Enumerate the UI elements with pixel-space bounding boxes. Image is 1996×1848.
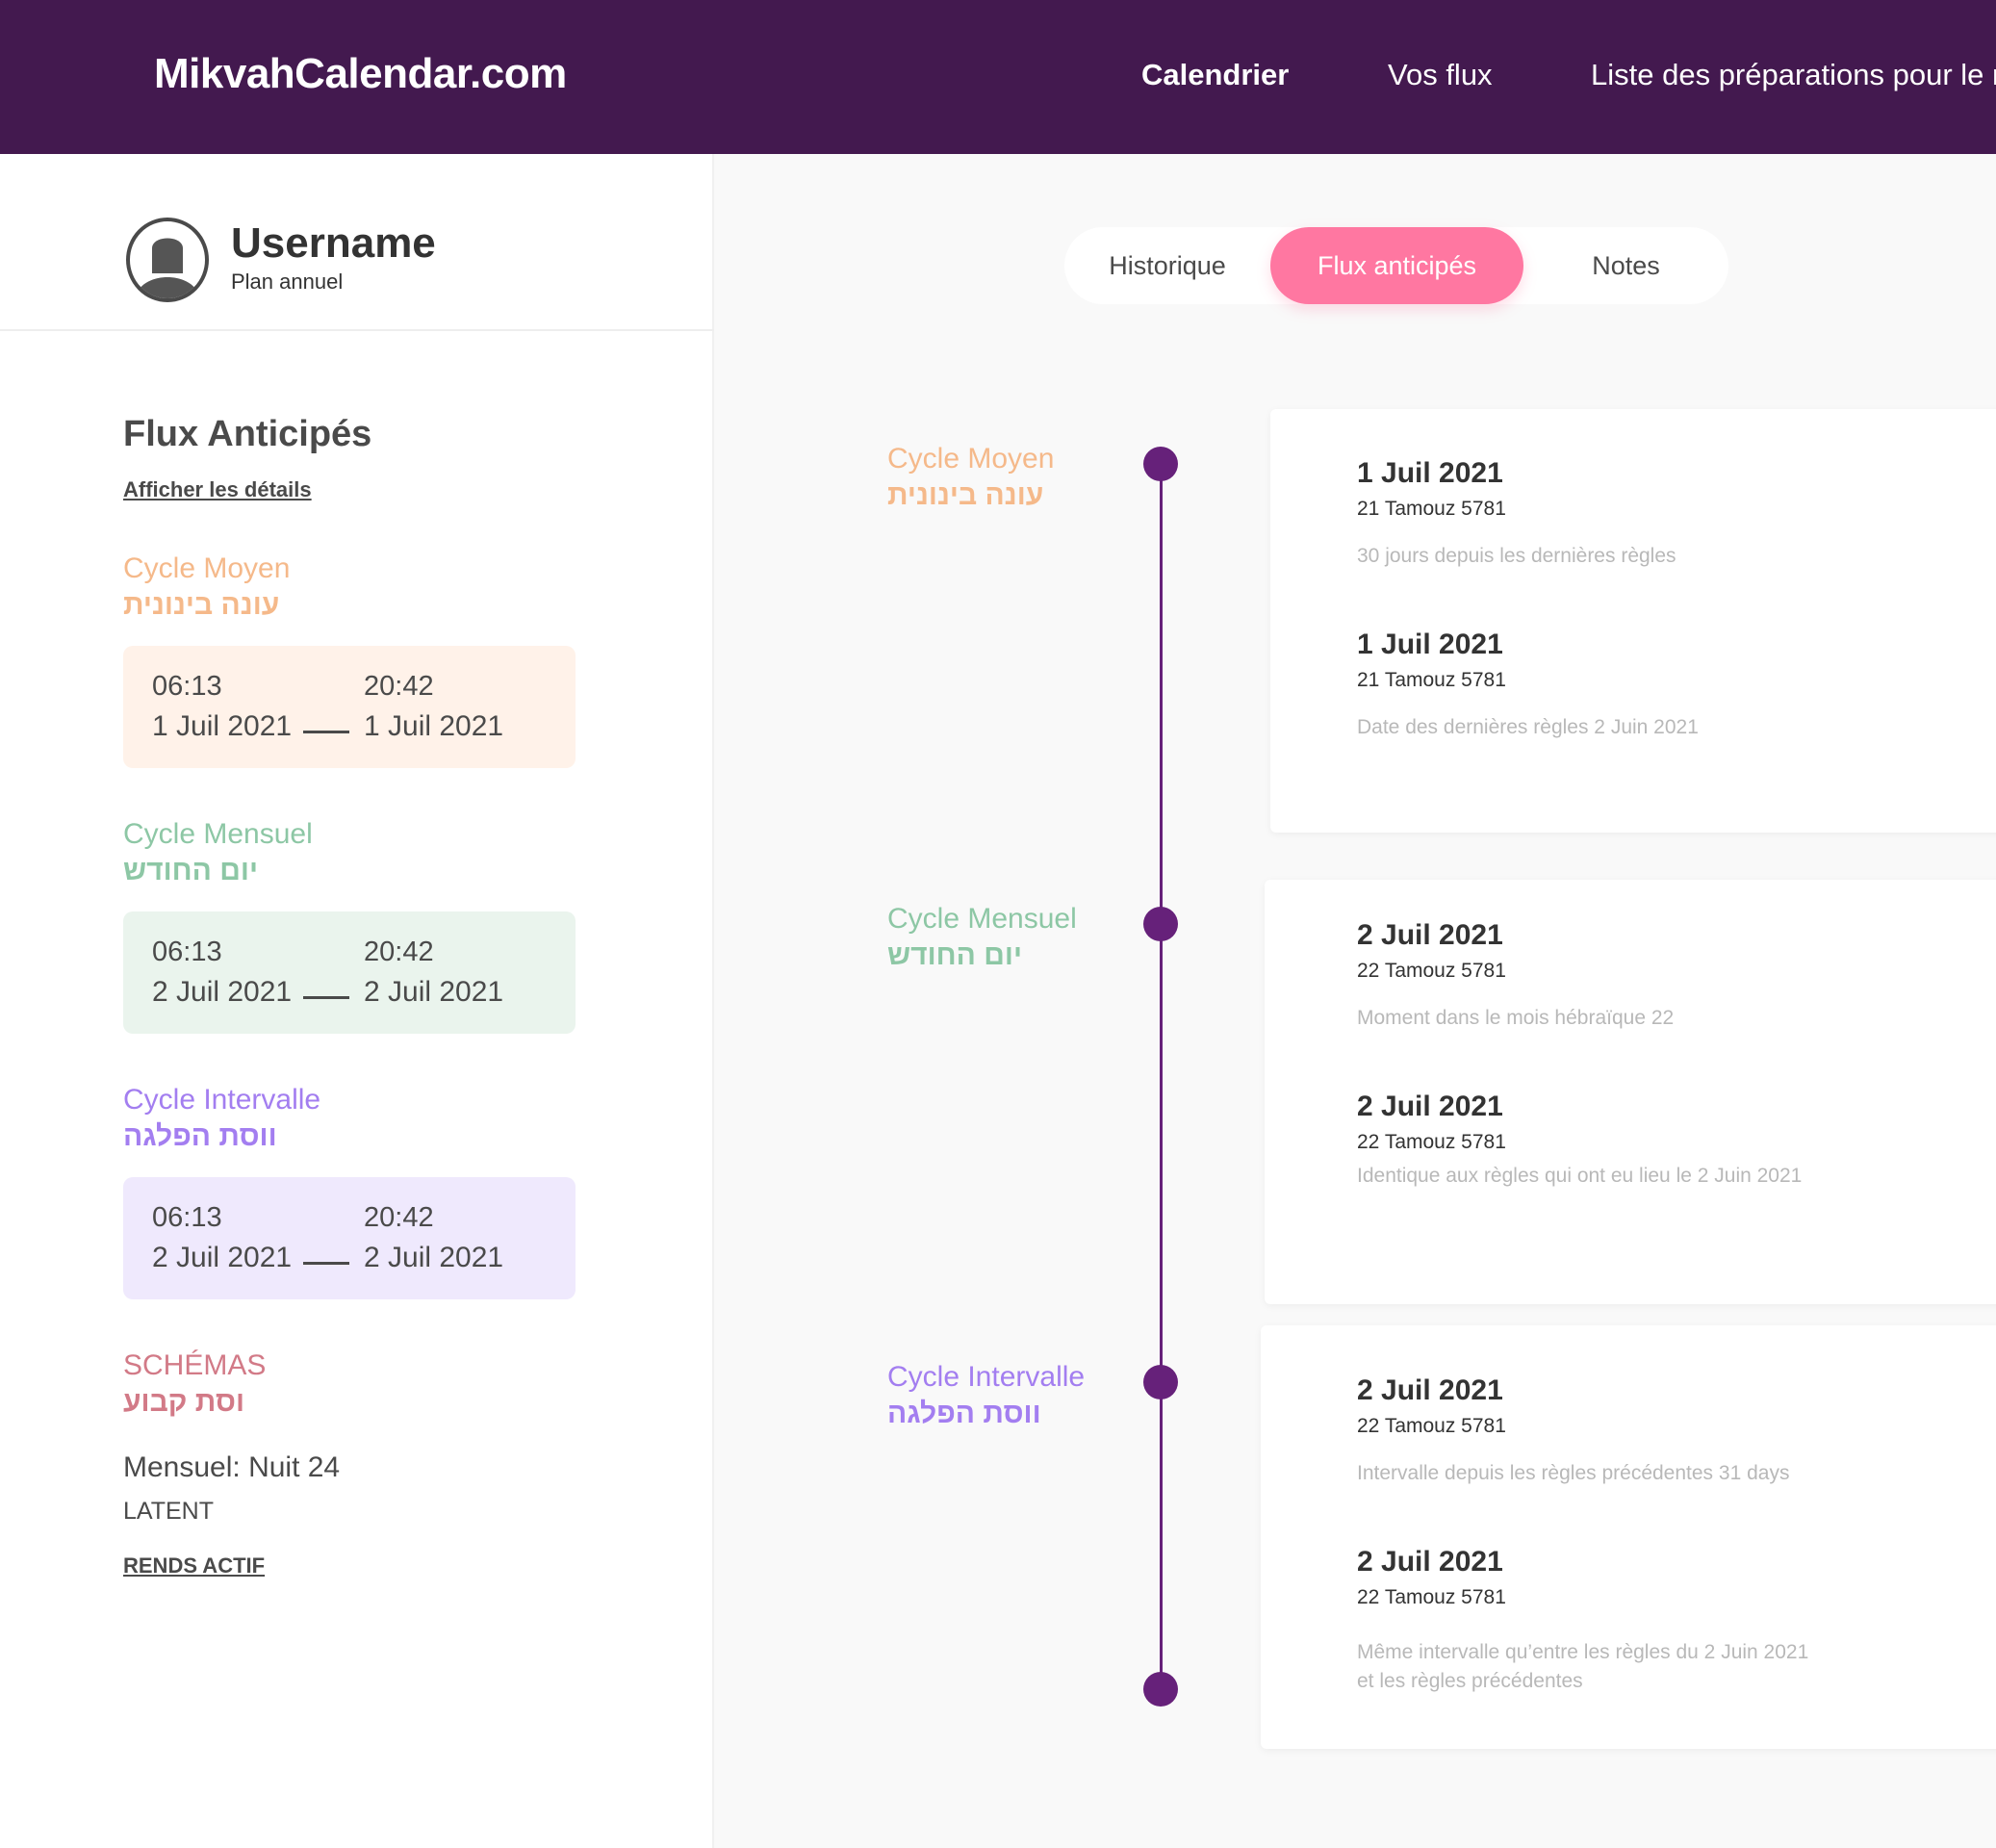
entry-hebrew-date: 22 Tamouz 5781 bbox=[1357, 1131, 1506, 1153]
sidebar: Username Plan annuel Flux Anticipés Affi… bbox=[0, 154, 714, 1848]
schema-mensuel: Mensuel: Nuit 24 bbox=[123, 1451, 341, 1483]
timeline-label-mensuel: Cycle Mensuel bbox=[887, 903, 1077, 935]
timeline-line bbox=[1160, 464, 1163, 1689]
timeline-hebrew-moyen: עונה בינונית bbox=[887, 479, 1044, 511]
username: Username bbox=[231, 219, 436, 267]
entry-note: Intervalle depuis les règles précédentes… bbox=[1357, 1462, 1790, 1484]
end-time: 20:42 bbox=[364, 671, 434, 702]
user-avatar-icon[interactable] bbox=[125, 218, 210, 302]
view-tabs: Historique Flux anticipés Notes bbox=[1064, 227, 1728, 304]
timeline-entry: 2 Juil 2021 22 Tamouz 5781 Moment dans l… bbox=[1357, 919, 1674, 1033]
tab-notes[interactable]: Notes bbox=[1523, 227, 1728, 304]
entry-date: 2 Juil 2021 bbox=[1357, 919, 1503, 951]
timeline-dot bbox=[1143, 907, 1178, 941]
timeline-dot bbox=[1143, 447, 1178, 481]
timeline-dot bbox=[1143, 1672, 1178, 1707]
nav-vos-flux[interactable]: Vos flux bbox=[1388, 58, 1493, 92]
entry-hebrew-date: 21 Tamouz 5781 bbox=[1357, 498, 1506, 520]
tab-historique[interactable]: Historique bbox=[1064, 227, 1270, 304]
tab-flux-anticipes[interactable]: Flux anticipés bbox=[1270, 227, 1523, 304]
cycle-moyen-hebrew: עונה בינונית bbox=[123, 589, 280, 621]
timeline-entry: 2 Juil 2021 22 Tamouz 5781 Identique aux… bbox=[1357, 1091, 1802, 1191]
start-date: 2 Juil 2021 bbox=[152, 1242, 293, 1273]
entry-hebrew-date: 21 Tamouz 5781 bbox=[1357, 669, 1506, 691]
cycle-moyen-label: Cycle Moyen bbox=[123, 552, 291, 584]
site-logo[interactable]: MikvahCalendar.com bbox=[154, 50, 567, 98]
start-date: 2 Juil 2021 bbox=[152, 976, 293, 1008]
end-date: 1 Juil 2021 bbox=[364, 710, 504, 742]
timeline-dot bbox=[1143, 1365, 1178, 1399]
start-time: 06:13 bbox=[152, 1202, 222, 1233]
timeline-card-mensuel: 2 Juil 2021 22 Tamouz 5781 Moment dans l… bbox=[1265, 880, 1996, 1304]
timeline-entry: 1 Juil 2021 21 Tamouz 5781 Date des dern… bbox=[1357, 629, 1699, 742]
entry-date: 2 Juil 2021 bbox=[1357, 1374, 1503, 1406]
cycle-intervalle-label: Cycle Intervalle bbox=[123, 1084, 321, 1116]
start-time: 06:13 bbox=[152, 937, 222, 967]
start-date: 1 Juil 2021 bbox=[152, 710, 293, 742]
entry-note: Moment dans le mois hébraïque 22 bbox=[1357, 1007, 1675, 1029]
cycle-moyen-box: 06:13 20:42 1 Juil 2021 1 Juil 2021 bbox=[123, 646, 576, 768]
timeline-entry: 1 Juil 2021 21 Tamouz 5781 30 jours depu… bbox=[1357, 457, 1676, 571]
profile-divider bbox=[0, 329, 714, 331]
end-time: 20:42 bbox=[364, 937, 434, 967]
entry-note: Identique aux règles qui ont eu lieu le … bbox=[1357, 1165, 1803, 1187]
end-date: 2 Juil 2021 bbox=[364, 1242, 504, 1273]
entry-date: 1 Juil 2021 bbox=[1357, 457, 1503, 489]
entry-hebrew-date: 22 Tamouz 5781 bbox=[1357, 1415, 1506, 1437]
entry-date: 1 Juil 2021 bbox=[1357, 629, 1503, 660]
show-details-link[interactable]: Afficher les détails bbox=[123, 477, 312, 502]
cycle-intervalle-box: 06:13 20:42 2 Juil 2021 2 Juil 2021 bbox=[123, 1177, 576, 1299]
start-time: 06:13 bbox=[152, 671, 222, 702]
entry-hebrew-date: 22 Tamouz 5781 bbox=[1357, 1586, 1506, 1608]
entry-note-continued: et les règles précédentes bbox=[1357, 1670, 1583, 1692]
cycle-mensuel-box: 06:13 20:42 2 Juil 2021 2 Juil 2021 bbox=[123, 911, 576, 1034]
top-header: MikvahCalendar.com Calendrier Vos flux L… bbox=[0, 0, 1996, 154]
timeline-entry: 2 Juil 2021 22 Tamouz 5781 Même interval… bbox=[1357, 1546, 1808, 1696]
entry-note: Date des dernières règles 2 Juin 2021 bbox=[1357, 716, 1699, 738]
timeline-entry: 2 Juil 2021 22 Tamouz 5781 Intervalle de… bbox=[1357, 1374, 1789, 1488]
nav-calendrier[interactable]: Calendrier bbox=[1141, 58, 1289, 92]
plan-label: Plan annuel bbox=[231, 270, 344, 294]
timeline-hebrew-mensuel: יום החודש bbox=[887, 939, 1022, 971]
schemas-hebrew: וסת קבוע bbox=[123, 1386, 244, 1418]
activate-link[interactable]: RENDS ACTIF bbox=[123, 1553, 265, 1578]
range-dash bbox=[303, 996, 349, 999]
cycle-mensuel-hebrew: יום החודש bbox=[123, 855, 258, 886]
timeline-card-moyen: 1 Juil 2021 21 Tamouz 5781 30 jours depu… bbox=[1270, 409, 1996, 833]
entry-date: 2 Juil 2021 bbox=[1357, 1091, 1503, 1122]
sidebar-title: Flux Anticipés bbox=[123, 414, 372, 454]
cycle-intervalle-hebrew: ווסת הפלגה bbox=[123, 1120, 277, 1152]
cycle-mensuel-label: Cycle Mensuel bbox=[123, 818, 313, 850]
timeline-card-intervalle: 2 Juil 2021 22 Tamouz 5781 Intervalle de… bbox=[1261, 1325, 1996, 1749]
timeline-label-intervalle: Cycle Intervalle bbox=[887, 1361, 1086, 1393]
entry-note: Même intervalle qu’entre les règles du 2… bbox=[1357, 1641, 1809, 1663]
range-dash bbox=[303, 1262, 349, 1265]
timeline-hebrew-intervalle: ווסת הפלגה bbox=[887, 1398, 1041, 1429]
entry-date: 2 Juil 2021 bbox=[1357, 1546, 1503, 1578]
schemas-title: SCHÉMAS bbox=[123, 1349, 267, 1381]
timeline-label-moyen: Cycle Moyen bbox=[887, 443, 1055, 475]
nav-liste-preparations[interactable]: Liste des préparations pour le m bbox=[1591, 58, 1996, 92]
entry-hebrew-date: 22 Tamouz 5781 bbox=[1357, 960, 1506, 982]
end-date: 2 Juil 2021 bbox=[364, 976, 504, 1008]
entry-note: 30 jours depuis les dernières règles bbox=[1357, 545, 1676, 567]
schema-status: LATENT bbox=[123, 1498, 214, 1525]
range-dash bbox=[303, 731, 349, 733]
end-time: 20:42 bbox=[364, 1202, 434, 1233]
